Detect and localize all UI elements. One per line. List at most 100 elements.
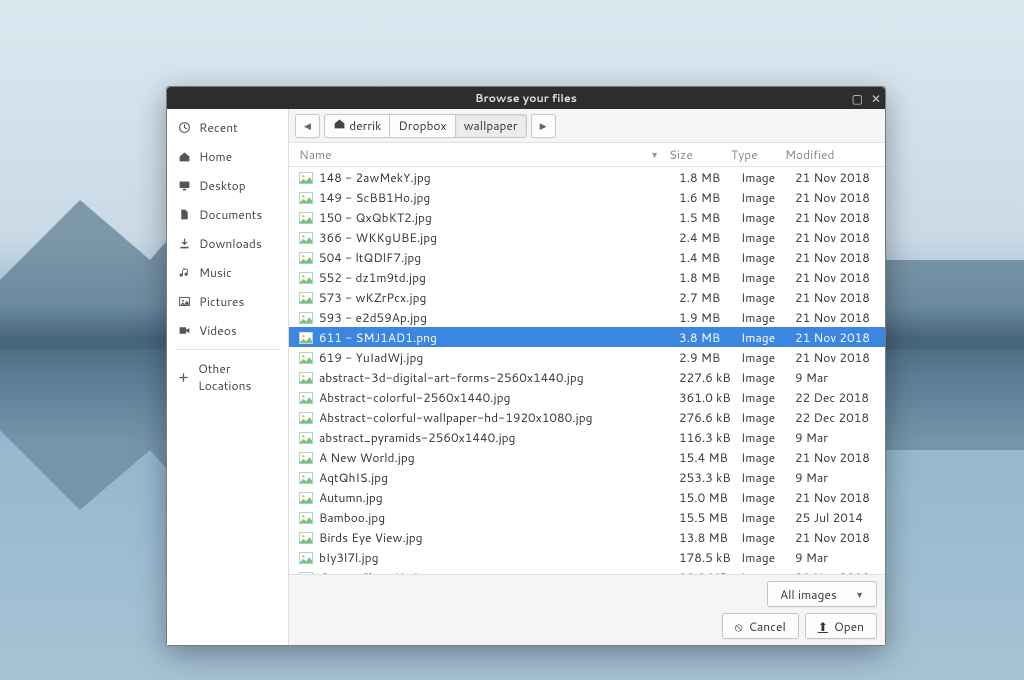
file-size: 1.6 MB — [679, 189, 741, 206]
desktop-icon — [177, 179, 191, 192]
image-file-icon — [299, 431, 313, 443]
nav-forward-button[interactable]: ▶ — [531, 114, 556, 138]
file-type: Image — [741, 349, 795, 366]
breadcrumb-wallpaper[interactable]: wallpaper — [456, 114, 527, 138]
file-name: Birds Eye View.jpg — [319, 529, 423, 546]
file-modified: 9 Mar — [795, 429, 885, 446]
sidebar-item-videos[interactable]: Videos — [167, 316, 288, 345]
file-row[interactable]: 593 - e2d59Ap.jpg1.9 MBImage21 Nov 2018 — [289, 307, 885, 327]
sidebar-item-label: Desktop — [199, 177, 246, 194]
close-icon[interactable]: ✕ — [871, 90, 881, 107]
file-size: 1.4 MB — [679, 249, 741, 266]
file-name: Abstract-colorful-2560x1440.jpg — [319, 389, 510, 406]
file-type: Image — [741, 509, 795, 526]
sidebar-item-label: Downloads — [199, 235, 262, 252]
sidebar-item-music[interactable]: Music — [167, 258, 288, 287]
file-row[interactable]: Abstract-colorful-2560x1440.jpg361.0 kBI… — [289, 387, 885, 407]
sidebar-item-documents[interactable]: Documents — [167, 200, 288, 229]
file-modified: 21 Nov 2018 — [795, 209, 885, 226]
file-row[interactable]: 573 - wKZrPcx.jpg2.7 MBImage21 Nov 2018 — [289, 287, 885, 307]
file-modified: 21 Nov 2018 — [795, 189, 885, 206]
file-modified: 25 Jul 2014 — [795, 509, 885, 526]
file-type: Image — [741, 409, 795, 426]
image-file-icon — [299, 531, 313, 543]
file-row[interactable]: 611 - SMJ1AD1.png3.8 MBImage21 Nov 2018 — [289, 327, 885, 347]
sidebar-item-pictures[interactable]: Pictures — [167, 287, 288, 316]
sidebar-item-recent[interactable]: Recent — [167, 113, 288, 142]
open-button[interactable]: ⬆ Open — [805, 613, 877, 639]
file-size: 361.0 kB — [679, 389, 741, 406]
file-row[interactable]: abstract-3d-digital-art-forms-2560x1440.… — [289, 367, 885, 387]
file-type: Image — [741, 269, 795, 286]
sidebar-item-desktop[interactable]: Desktop — [167, 171, 288, 200]
titlebar[interactable]: Browse your files ▢ ✕ — [167, 87, 885, 109]
file-row[interactable]: Birds Eye View.jpg13.8 MBImage21 Nov 201… — [289, 527, 885, 547]
file-name: AqtQhIS.jpg — [319, 469, 388, 486]
file-type: Image — [741, 249, 795, 266]
column-name[interactable]: Name — [299, 146, 332, 163]
file-type: Image — [741, 309, 795, 326]
nav-back-button[interactable]: ◀ — [295, 114, 320, 138]
image-file-icon — [299, 451, 313, 463]
file-chooser-window: Browse your files ▢ ✕ RecentHome Desktop D… — [166, 86, 886, 646]
chevron-down-icon: ▼ — [855, 588, 864, 601]
sidebar-item-label: Pictures — [199, 293, 244, 310]
file-row[interactable]: A New World.jpg15.4 MBImage21 Nov 2018 — [289, 447, 885, 467]
file-modified: 21 Nov 2018 — [795, 289, 885, 306]
file-name: Bamboo.jpg — [319, 509, 385, 526]
file-name: 149 - ScBB1Ho.jpg — [319, 189, 430, 206]
video-icon — [177, 324, 191, 337]
file-modified: 21 Nov 2018 — [795, 229, 885, 246]
breadcrumb-dropbox[interactable]: Dropbox — [390, 114, 455, 138]
image-file-icon — [299, 471, 313, 483]
file-type: Image — [741, 529, 795, 546]
file-type: Image — [741, 209, 795, 226]
breadcrumb-home[interactable]: derrik — [324, 114, 390, 138]
file-size: 15.5 MB — [679, 509, 741, 526]
file-type: Image — [741, 369, 795, 386]
sort-indicator-icon[interactable]: ▼ — [650, 148, 669, 161]
column-headers[interactable]: Name ▼ Size Type Modified — [289, 143, 885, 167]
file-row[interactable]: 504 - ltQDlF7.jpg1.4 MBImage21 Nov 2018 — [289, 247, 885, 267]
file-row[interactable]: AqtQhIS.jpg253.3 kBImage9 Mar — [289, 467, 885, 487]
file-name: 366 - WKKgUBE.jpg — [319, 229, 437, 246]
file-name: Abstract-colorful-wallpaper-hd-1920x1080… — [319, 409, 592, 426]
file-size: 15.4 MB — [679, 449, 741, 466]
file-modified: 21 Nov 2018 — [795, 329, 885, 346]
file-modified: 22 Dec 2018 — [795, 389, 885, 406]
home-icon — [333, 117, 346, 134]
file-row[interactable]: Autumn.jpg15.0 MBImage21 Nov 2018 — [289, 487, 885, 507]
file-row[interactable]: 149 - ScBB1Ho.jpg1.6 MBImage21 Nov 2018 — [289, 187, 885, 207]
file-row[interactable]: 148 - 2awMekY.jpg1.8 MBImage21 Nov 2018 — [289, 167, 885, 187]
column-type[interactable]: Type — [731, 146, 785, 163]
sidebar-item-home[interactable]: Home — [167, 142, 288, 171]
file-size: 276.6 kB — [679, 409, 741, 426]
maximize-icon[interactable]: ▢ — [852, 90, 863, 107]
file-type: Image — [741, 169, 795, 186]
filter-label: All images — [780, 586, 837, 603]
file-row[interactable]: Bamboo.jpg 15.5 MBImage25 Jul 2014 — [289, 507, 885, 527]
file-row[interactable]: 552 - dz1m9td.jpg1.8 MBImage21 Nov 2018 — [289, 267, 885, 287]
file-name: 504 - ltQDlF7.jpg — [319, 249, 421, 266]
image-file-icon — [299, 211, 313, 223]
file-row[interactable]: Cactus Close Up.jpg10.9 MBImage21 Nov 20… — [289, 567, 885, 574]
file-type: Image — [741, 469, 795, 486]
sidebar-item-label: Videos — [199, 322, 237, 339]
file-list[interactable]: 148 - 2awMekY.jpg1.8 MBImage21 Nov 2018 1… — [289, 167, 885, 574]
dialog-action-area: All images ▼ ⦸ Cancel ⬆ Open — [289, 574, 885, 645]
file-row[interactable]: 150 - QxQbKT2.jpg1.5 MBImage21 Nov 2018 — [289, 207, 885, 227]
cancel-button[interactable]: ⦸ Cancel — [722, 613, 799, 639]
file-row[interactable]: 366 - WKKgUBE.jpg2.4 MBImage21 Nov 2018 — [289, 227, 885, 247]
file-row[interactable]: 619 - YuIadWj.jpg2.9 MBImage21 Nov 2018 — [289, 347, 885, 367]
column-size[interactable]: Size — [669, 146, 731, 163]
file-row[interactable]: bIy3l7l.jpg178.5 kBImage9 Mar — [289, 547, 885, 567]
clock-icon — [177, 121, 191, 134]
column-modified[interactable]: Modified — [785, 146, 875, 163]
file-type-filter[interactable]: All images ▼ — [767, 581, 877, 607]
file-size: 2.9 MB — [679, 349, 741, 366]
file-row[interactable]: Abstract-colorful-wallpaper-hd-1920x1080… — [289, 407, 885, 427]
file-row[interactable]: abstract_pyramids-2560x1440.jpg116.3 kBI… — [289, 427, 885, 447]
sidebar-item-downloads[interactable]: Downloads — [167, 229, 288, 258]
sidebar-item-other-locations[interactable]: Other Locations — [167, 354, 288, 400]
path-bar: ◀ derrikDropboxwallpaper ▶ — [289, 109, 885, 143]
